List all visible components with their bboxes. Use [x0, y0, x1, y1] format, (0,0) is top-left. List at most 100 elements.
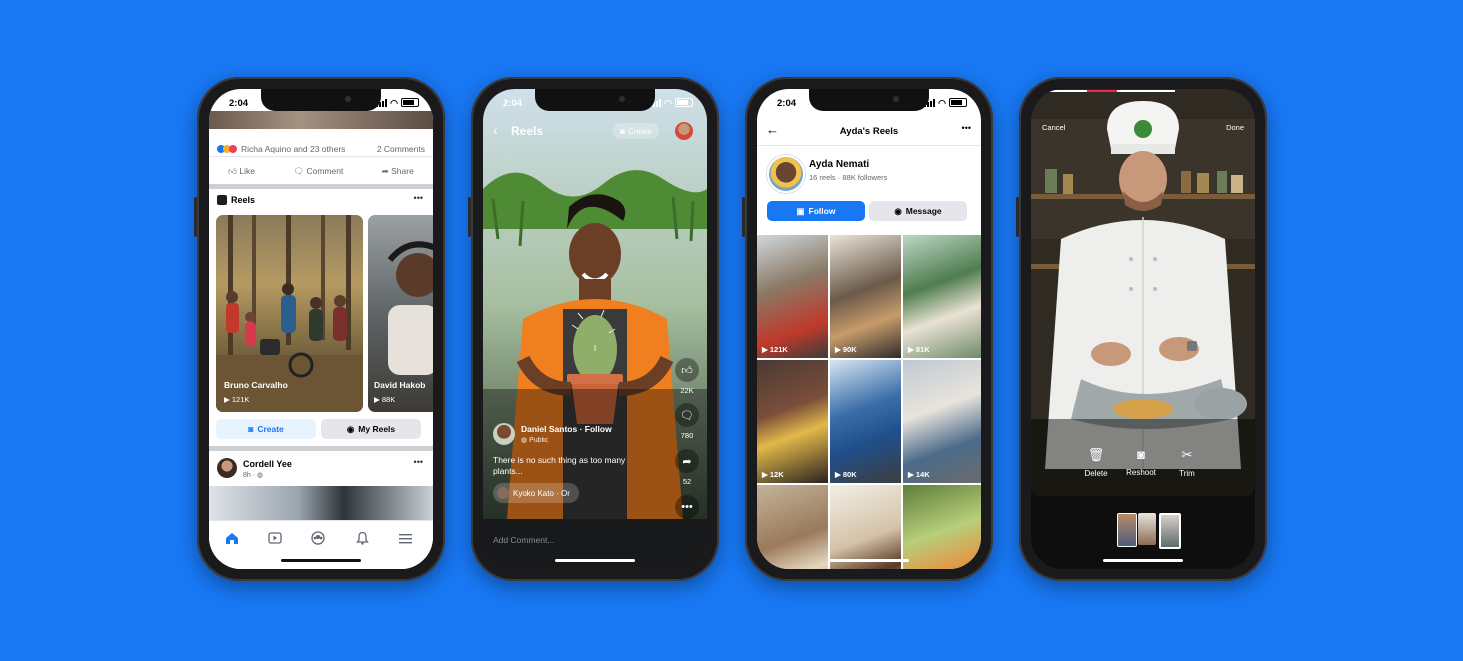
author-name[interactable]: Daniel Santos	[521, 424, 577, 434]
share-icon[interactable]: ➦	[675, 449, 699, 473]
phone-reels-viewer: 2:04 ◠ ‹ Reels ◙ Create 👍︎ 22K 🗨︎ 780 ➦ 5…	[468, 77, 719, 581]
author-avatar[interactable]	[493, 423, 515, 445]
more-icon[interactable]: •••	[675, 495, 699, 519]
menu-icon[interactable]	[396, 530, 414, 546]
reactions-text: Richa Aquino and 23 others	[241, 144, 346, 154]
share-icon: ➦	[381, 165, 392, 176]
thumbs-up-icon: 👍︎	[228, 165, 240, 176]
cancel-button[interactable]: Cancel	[1042, 123, 1065, 132]
create-button[interactable]: ◙ Create	[613, 123, 659, 139]
avatar[interactable]	[217, 458, 237, 478]
reel-views: ▶ 88K	[374, 395, 396, 404]
groups-icon[interactable]	[309, 530, 327, 546]
reel-view-count: ▶ 81K	[908, 345, 930, 354]
editor-preview[interactable]	[1031, 89, 1255, 496]
reel-view-count: ▶ 14K	[908, 470, 930, 479]
reel-card[interactable]: David Hakob ▶ 88K	[368, 215, 433, 412]
love-reaction-icon	[229, 145, 237, 153]
follow-link[interactable]: Follow	[585, 424, 612, 434]
post-author[interactable]: Cordell Yee	[243, 459, 292, 469]
audio-avatar	[497, 487, 509, 499]
create-reel-button[interactable]: ◙ Create	[216, 419, 316, 439]
reel-thumbnail[interactable]	[830, 485, 901, 569]
bell-icon[interactable]	[353, 530, 371, 546]
status-indicators: ◠	[924, 98, 967, 107]
reel-author: David Hakob	[374, 380, 426, 390]
post-time-text: 8h ·	[243, 472, 256, 479]
clip-thumbnail[interactable]	[1159, 513, 1181, 549]
avatar[interactable]	[675, 122, 693, 140]
view-count-value: 81K	[915, 345, 930, 354]
create-label: Create	[257, 424, 284, 434]
home-icon[interactable]	[223, 530, 241, 546]
watch-icon[interactable]	[266, 530, 284, 546]
reel-thumbnail[interactable]: ▶ 14K	[903, 360, 981, 483]
progress-marker	[1087, 90, 1117, 92]
reshoot-label: Reshoot	[1126, 468, 1156, 477]
reel-thumbnail[interactable]	[903, 485, 981, 569]
reel-thumbnail[interactable]	[757, 485, 828, 569]
reel-thumbnail[interactable]: ▶ 121K	[757, 235, 828, 358]
profile-reels-screen: 2:04 ◠ ← Ayda's Reels ••• Ayda Nemati 16…	[757, 89, 981, 569]
camera-icon: ◙	[620, 126, 625, 136]
profile-icon: ◉	[346, 423, 355, 434]
section-divider	[209, 446, 433, 451]
share-button[interactable]: ➦ Share	[382, 166, 414, 177]
view-count-value: 80K	[842, 470, 857, 479]
my-reels-button[interactable]: ◉ My Reels	[321, 419, 421, 439]
wifi-icon: ◠	[390, 97, 398, 108]
like-button[interactable]: 👍︎ Like	[228, 166, 255, 177]
play-icon: ▶	[835, 470, 843, 479]
share-label: Share	[391, 165, 414, 176]
comment-icon: 🗨︎	[293, 165, 307, 176]
back-chevron-icon[interactable]: ‹	[493, 123, 498, 137]
clip-thumbnail[interactable]	[1138, 513, 1156, 545]
create-label: Create	[627, 126, 652, 136]
page-title: Ayda's Reels	[839, 126, 899, 137]
comment-button[interactable]: 🗨︎ Comment	[293, 166, 343, 177]
reel-thumbnail[interactable]: ▶ 90K	[830, 235, 901, 358]
reel-card[interactable]: Bruno Carvalho ▶ 121K	[216, 215, 363, 412]
add-comment-input[interactable]: Add Comment...	[493, 535, 554, 545]
like-label: Like	[239, 165, 255, 176]
reel-views: ▶ 121K	[224, 395, 250, 404]
status-indicators: ◠	[650, 98, 693, 107]
clip-thumbnail[interactable]	[1117, 513, 1137, 547]
reels-title: Reels	[511, 124, 544, 138]
privacy-label: Public	[529, 437, 549, 444]
profile-avatar[interactable]	[767, 155, 805, 193]
play-icon: ▶	[762, 345, 770, 354]
battery-icon	[675, 98, 693, 107]
reel-view-count: ▶ 12K	[762, 470, 784, 479]
like-count: 22K	[680, 386, 694, 395]
play-icon: ▶	[908, 470, 916, 479]
follow-label: Follow	[808, 206, 836, 216]
done-button[interactable]: Done	[1226, 123, 1244, 132]
reactions-summary[interactable]: Richa Aquino and 23 others	[217, 144, 345, 154]
trim-tool[interactable]: ✂︎ Trim	[1172, 447, 1202, 478]
message-label: Message	[905, 206, 942, 216]
reel-thumbnail[interactable]: ▶ 12K	[757, 360, 828, 483]
share-count: 52	[682, 477, 692, 486]
more-icon[interactable]: •••	[962, 123, 971, 133]
play-icon: ▶	[908, 345, 916, 354]
editor-video-frame	[1031, 89, 1255, 496]
reel-view-count: ▶ 121K	[762, 345, 788, 354]
comments-count[interactable]: 2 Comments	[377, 144, 425, 154]
feed-screen: 2:04 ◠ Richa Aquino and 23 others 2 Comm…	[209, 89, 433, 569]
message-button[interactable]: ◉ Message	[869, 201, 967, 221]
audio-pill[interactable]: Kyoko Kato · Or	[493, 483, 579, 503]
more-icon[interactable]: •••	[414, 193, 423, 203]
reel-thumbnail[interactable]: ▶ 81K	[903, 235, 981, 358]
follow-button[interactable]: ▣ Follow	[767, 201, 865, 221]
reel-thumbnail[interactable]: ▶ 80K	[830, 360, 901, 483]
like-icon[interactable]: 👍︎	[675, 358, 699, 382]
comment-icon[interactable]: 🗨︎	[675, 403, 699, 427]
messenger-icon: ◉	[894, 205, 902, 216]
post-time: 8h · ◍	[243, 471, 263, 479]
author-line: Daniel Santos · Follow	[521, 424, 612, 434]
delete-tool[interactable]: 🗑︎ Delete	[1081, 447, 1111, 478]
post-more-icon[interactable]: •••	[414, 457, 423, 467]
view-count-value: 90K	[842, 345, 857, 354]
reshoot-tool[interactable]: ◙ Reshoot	[1121, 447, 1161, 477]
